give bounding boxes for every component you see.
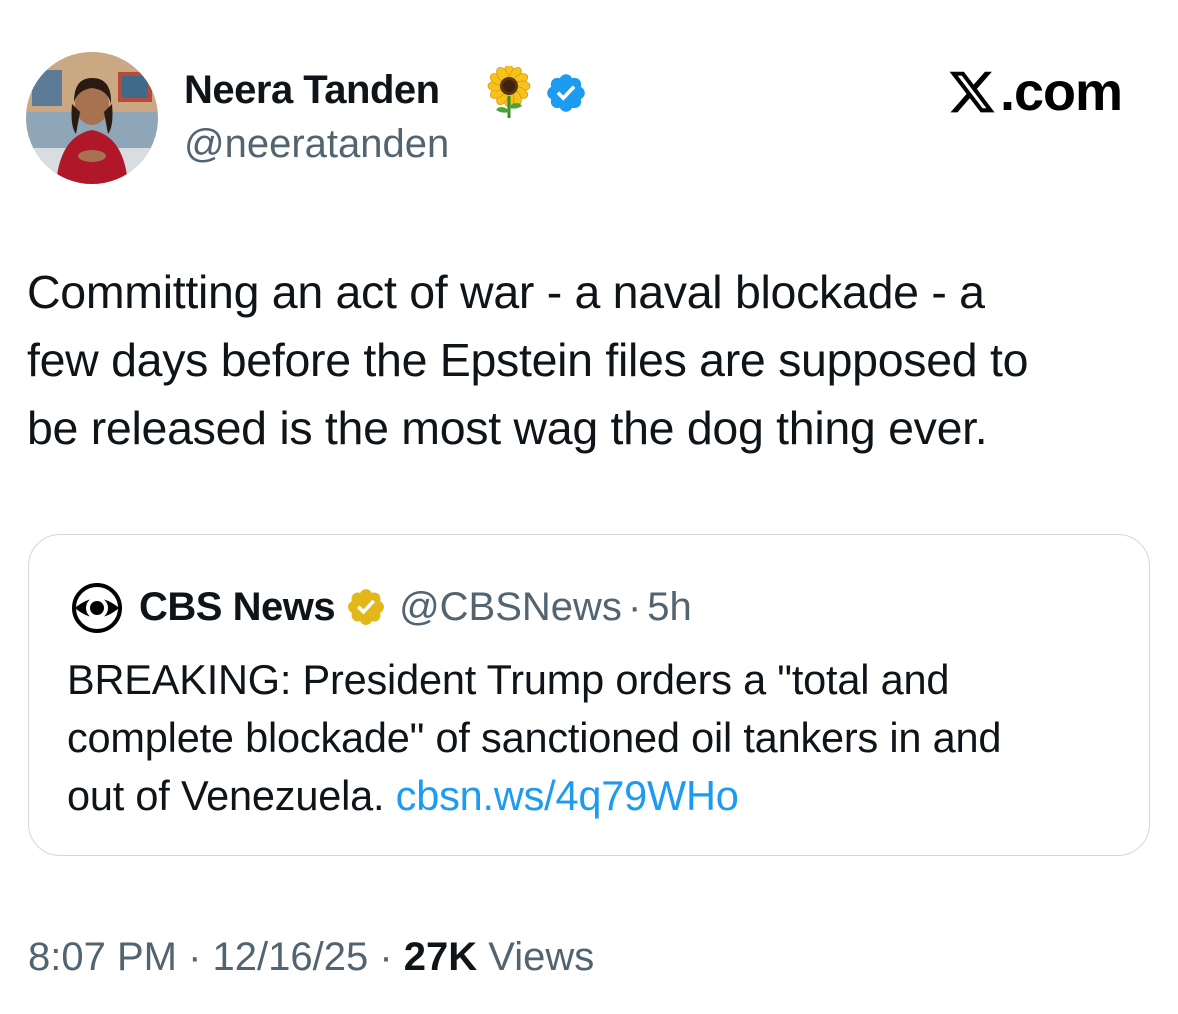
quoted-separator-dot: ·	[627, 584, 642, 629]
author-avatar[interactable]	[26, 52, 158, 184]
author-name[interactable]: Neera Tanden	[184, 66, 440, 114]
tweet-date[interactable]: 12/16/25	[213, 935, 369, 979]
quoted-tweet-card[interactable]: CBS News @CBSNews · 5h BREAKING: Preside…	[28, 534, 1150, 856]
quoted-tweet-header: CBS News @CBSNews · 5h	[139, 579, 692, 635]
xcom-brand: .com	[947, 62, 1123, 122]
tweet-text: Committing an act of war - a naval block…	[27, 266, 1029, 454]
sunflower-icon	[487, 66, 531, 118]
gold-verified-badge-icon	[348, 589, 384, 625]
views-label: Views	[477, 935, 595, 979]
tweet-meta: 8:07 PM · 12/16/25 · 27K Views	[28, 930, 594, 984]
tweet-time[interactable]: 8:07 PM	[28, 935, 177, 979]
views-count[interactable]: 27K	[404, 935, 477, 979]
quoted-author-name[interactable]: CBS News	[139, 585, 336, 630]
brand-text: .com	[999, 62, 1123, 122]
blue-verified-badge-icon	[547, 74, 585, 112]
x-logo-icon	[949, 71, 995, 113]
cbs-eye-logo-icon	[72, 583, 122, 633]
quoted-author-handle[interactable]: @CBSNews	[399, 585, 622, 630]
quoted-timestamp[interactable]: 5h	[647, 585, 692, 630]
author-handle[interactable]: @neeratanden	[184, 120, 449, 168]
quoted-tweet-text: BREAKING: President Trump orders a "tota…	[67, 651, 1127, 825]
meta-separator: ·	[368, 935, 404, 979]
meta-separator: ·	[176, 935, 213, 979]
quoted-tweet-link[interactable]: cbsn.ws/4q79WHo	[396, 772, 739, 819]
